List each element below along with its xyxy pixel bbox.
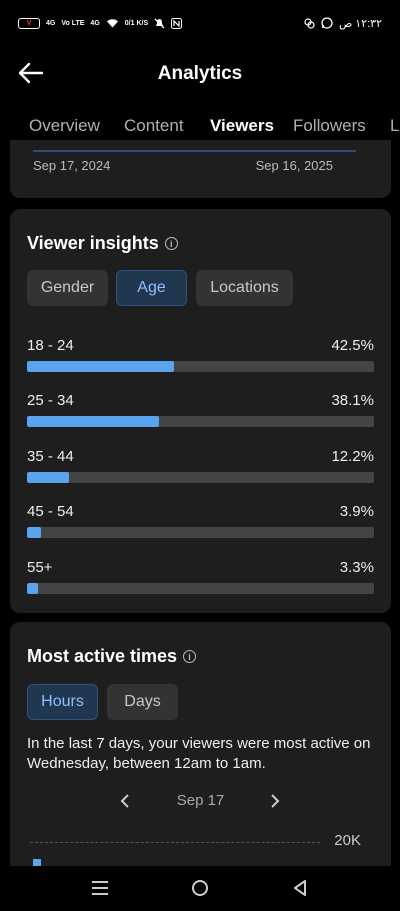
wifi-icon: [106, 19, 118, 28]
viewer-insights-card: Viewer insights i Gender Age Locations 1…: [10, 209, 391, 613]
chevron-left-icon: [120, 794, 129, 808]
age-percent: 12.2%: [331, 448, 374, 465]
nfc-icon: [171, 17, 183, 29]
network-indicator-2: 4G: [90, 19, 100, 27]
home-circle-icon: [192, 880, 208, 896]
info-icon[interactable]: i: [164, 237, 178, 250]
previous-date-button[interactable]: [115, 790, 135, 812]
clock: ١٢:٣٢ ص: [338, 17, 382, 30]
age-percent: 3.3%: [339, 559, 374, 576]
age-bar-track: [27, 361, 374, 372]
age-bar-fill: [27, 583, 39, 594]
chart-gridline: [30, 842, 320, 843]
battery-icon: V: [18, 17, 40, 29]
tab-viewers[interactable]: Viewers: [210, 116, 274, 136]
date-range-card: Sep 17, 2024 Sep 16, 2025: [10, 140, 391, 198]
tab-followers[interactable]: Followers: [293, 116, 366, 136]
viewer-insights-heading: Viewer insights i: [27, 233, 178, 254]
menu-icon: [92, 881, 108, 895]
age-bar-track: [27, 583, 374, 594]
age-percent: 42.5%: [331, 337, 374, 354]
tab-overview[interactable]: Overview: [29, 116, 100, 136]
chip-days[interactable]: Days: [107, 684, 178, 720]
tab-content[interactable]: Content: [124, 116, 184, 136]
age-bar-fill: [27, 416, 160, 427]
back-arrow-icon: [18, 62, 44, 84]
age-percent: 38.1%: [331, 392, 374, 409]
age-bar-track: [27, 472, 374, 483]
system-navigation-bar: [0, 866, 400, 911]
status-bar: V 4G Vo LTE 4G 0/1 K/S ١٢:٣٢ ص: [0, 0, 400, 46]
chip-gender[interactable]: Gender: [27, 270, 108, 306]
back-button[interactable]: [16, 60, 46, 86]
next-date-button[interactable]: [265, 790, 285, 812]
status-left: V 4G Vo LTE 4G 0/1 K/S: [18, 17, 183, 29]
page-title: Analytics: [157, 63, 243, 84]
tab-more[interactable]: L: [390, 116, 399, 136]
mute-icon: [154, 18, 165, 28]
chart-max-label: 20K: [334, 832, 361, 849]
age-percent: 3.9%: [339, 503, 374, 520]
app-notification-icon: [304, 17, 315, 29]
chip-hours[interactable]: Hours: [27, 684, 98, 720]
age-bar-track: [27, 527, 374, 538]
age-bar-fill: [27, 472, 70, 483]
data-speed: 0/1 K/S: [124, 19, 149, 27]
chip-locations[interactable]: Locations: [196, 270, 293, 306]
age-bar-fill: [27, 361, 175, 372]
most-active-times-heading: Most active times i: [27, 646, 197, 667]
age-label: 45 - 54: [27, 503, 74, 520]
age-label: 35 - 44: [27, 448, 74, 465]
range-start-date: Sep 17, 2024: [33, 158, 111, 173]
most-active-times-card: Most active times i Hours Days In the la…: [10, 622, 391, 882]
age-bar-track: [27, 416, 374, 427]
range-end-date: Sep 16, 2025: [255, 158, 333, 173]
home-button[interactable]: [188, 876, 212, 900]
volte-indicator: Vo LTE: [61, 19, 85, 27]
chevron-right-icon: [271, 794, 280, 808]
status-right: ١٢:٣٢ ص: [304, 17, 382, 30]
viewer-insights-title: Viewer insights: [27, 233, 159, 253]
current-date: Sep 17: [176, 792, 225, 809]
date-navigator: Sep 17: [10, 790, 391, 812]
range-slider-track[interactable]: [33, 150, 356, 152]
age-bar-fill: [27, 527, 41, 538]
recent-apps-button[interactable]: [88, 876, 112, 900]
app-header: Analytics: [0, 48, 400, 100]
active-times-description: In the last 7 days, your viewers were mo…: [27, 735, 371, 772]
whatsapp-icon: [321, 17, 333, 29]
chip-age[interactable]: Age: [116, 270, 187, 306]
system-back-button[interactable]: [288, 876, 312, 900]
most-active-times-title: Most active times: [27, 646, 178, 666]
network-indicator-1: 4G: [46, 19, 56, 27]
age-label: 55+: [27, 559, 53, 576]
age-label: 25 - 34: [27, 392, 74, 409]
age-label: 18 - 24: [27, 337, 74, 354]
back-triangle-icon: [294, 880, 306, 896]
info-icon[interactable]: i: [183, 650, 197, 663]
